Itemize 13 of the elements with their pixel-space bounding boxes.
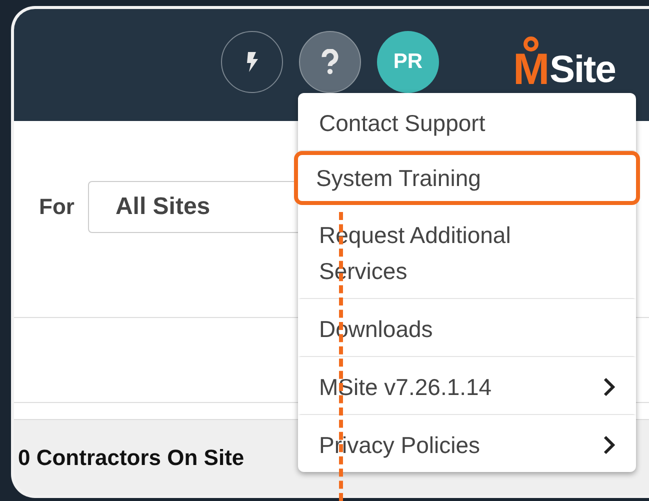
menu-item[interactable]: Request Additional Services: [298, 205, 636, 299]
question-mark-icon: [322, 49, 338, 74]
logo-mark: M: [513, 36, 550, 90]
menu-item[interactable]: MSite v7.26.1.14: [298, 357, 636, 415]
lightning-button[interactable]: [221, 31, 283, 93]
menu-item[interactable]: Downloads: [298, 299, 636, 357]
menu-item[interactable]: Contact Support: [298, 93, 636, 151]
logo-text: Site: [550, 50, 616, 90]
lightning-icon: [247, 52, 258, 72]
filter-label: For: [39, 194, 74, 220]
menu-item[interactable]: Privacy Policies: [298, 415, 636, 472]
status-text: 0 Contractors On Site: [17, 444, 244, 470]
menu-item[interactable]: System Training: [294, 151, 640, 205]
